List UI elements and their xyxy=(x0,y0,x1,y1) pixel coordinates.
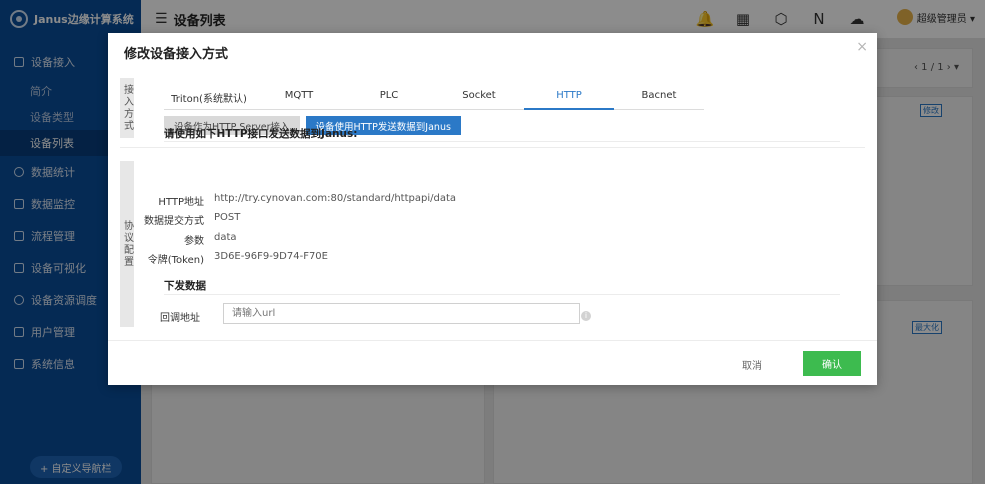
close-icon[interactable]: × xyxy=(856,39,868,55)
description-divider xyxy=(164,141,840,142)
field-method: 数据提交方式 POST xyxy=(144,212,241,227)
field-token: 令牌(Token) 3D6E-96F9-9D74-F70E xyxy=(147,251,328,266)
access-section-label: 接入方式 xyxy=(120,78,134,138)
cancel-button[interactable]: 取消 xyxy=(742,357,762,372)
tab-socket[interactable]: Socket xyxy=(434,90,524,109)
field-param: 参数 data xyxy=(184,232,237,247)
tab-http[interactable]: HTTP xyxy=(524,90,614,110)
info-icon[interactable]: i xyxy=(581,311,591,321)
callback-url-input[interactable] xyxy=(223,303,580,324)
callback-label: 回调地址 xyxy=(160,313,200,324)
tab-plc[interactable]: PLC xyxy=(344,90,434,109)
tab-triton[interactable]: Triton(系统默认) xyxy=(164,90,254,109)
tab-mqtt[interactable]: MQTT xyxy=(254,90,344,109)
edit-access-modal: 修改设备接入方式 × 接入方式 Triton(系统默认) MQTT PLC So… xyxy=(108,33,877,385)
http-description: 请使用如下HTTP接口发送数据到Janus: xyxy=(164,128,358,140)
section-divider xyxy=(120,147,865,148)
push-divider xyxy=(164,294,840,295)
footer-divider xyxy=(108,340,877,341)
protocol-tabs: Triton(系统默认) MQTT PLC Socket HTTP Bacnet xyxy=(164,90,704,110)
push-data-title: 下发数据 xyxy=(164,280,206,292)
modal-title: 修改设备接入方式 xyxy=(124,47,229,62)
confirm-button[interactable]: 确认 xyxy=(803,351,861,376)
tab-bacnet[interactable]: Bacnet xyxy=(614,90,704,109)
field-http-url: HTTP地址 http://try.cynovan.com:80/standar… xyxy=(158,193,456,208)
